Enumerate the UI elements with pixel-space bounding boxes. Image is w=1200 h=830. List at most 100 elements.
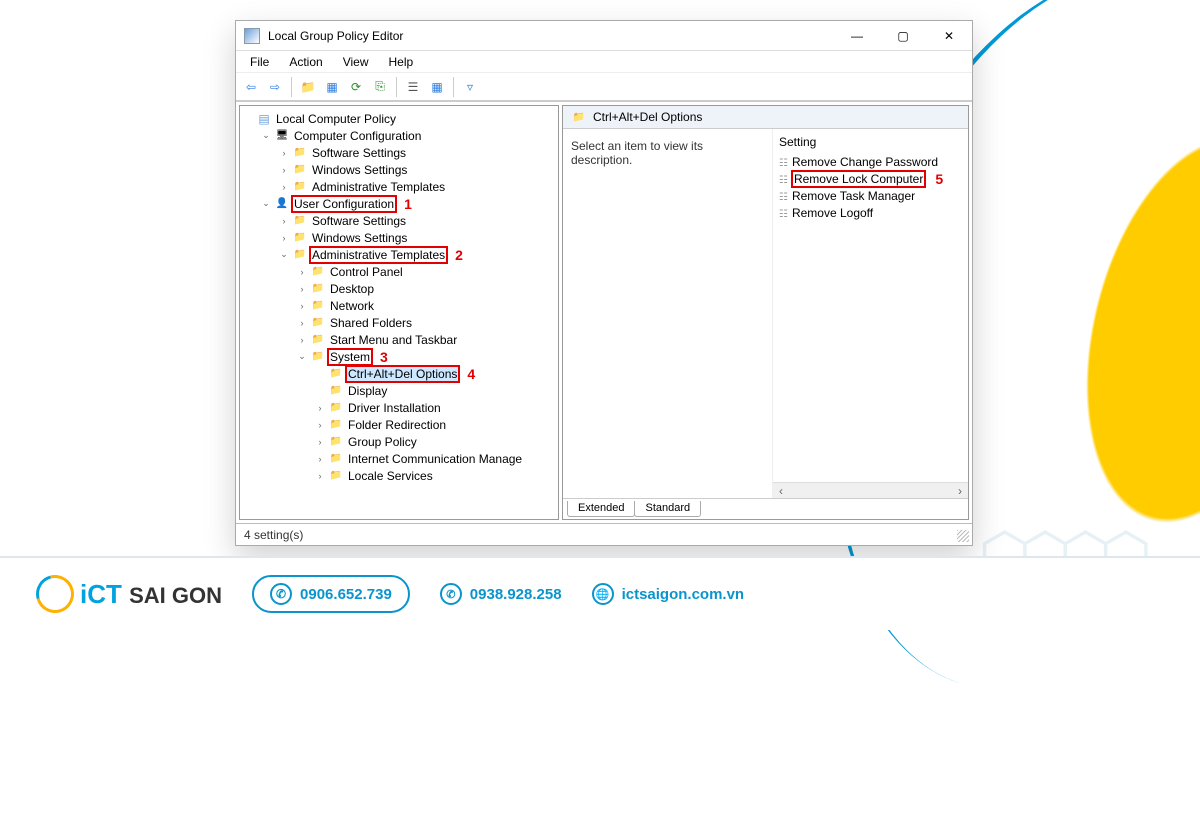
- folder-icon: [292, 231, 308, 245]
- tree-computer-config[interactable]: ⌄ Computer Configuration: [260, 127, 558, 144]
- tree-item[interactable]: Display: [314, 382, 558, 399]
- setting-item[interactable]: Remove Task Manager: [775, 187, 966, 204]
- scroll-left-icon[interactable]: ‹: [773, 484, 789, 498]
- setting-item[interactable]: Remove Logoff: [775, 204, 966, 221]
- menu-view[interactable]: View: [335, 53, 377, 71]
- tree-item[interactable]: ›Software Settings: [278, 212, 558, 229]
- expand-icon[interactable]: ›: [296, 335, 308, 345]
- tree-item[interactable]: ›Windows Settings: [278, 161, 558, 178]
- globe-icon: 🌐: [592, 583, 614, 605]
- tree-item[interactable]: ›Windows Settings: [278, 229, 558, 246]
- resize-grip-icon[interactable]: [957, 530, 969, 542]
- toolbar-divider: [453, 77, 454, 97]
- back-button[interactable]: [240, 76, 262, 98]
- folder-icon: [328, 452, 344, 466]
- tab-extended[interactable]: Extended: [567, 501, 635, 517]
- tree-item[interactable]: ›Folder Redirection: [314, 416, 558, 433]
- export-list-button[interactable]: [369, 76, 391, 98]
- tree-system[interactable]: ⌄ System 3: [296, 348, 558, 365]
- callout-5: 5: [935, 171, 943, 187]
- tree-item[interactable]: ›Shared Folders: [296, 314, 558, 331]
- menu-help[interactable]: Help: [381, 53, 422, 71]
- expand-icon[interactable]: ›: [296, 267, 308, 277]
- tree-user-config[interactable]: ⌄ User Configuration 1: [260, 195, 558, 212]
- tree-admin-templates[interactable]: ⌄ Administrative Templates 2: [278, 246, 558, 263]
- menu-file[interactable]: File: [242, 53, 277, 71]
- collapse-icon[interactable]: ⌄: [278, 249, 290, 260]
- expand-icon[interactable]: ›: [314, 437, 326, 447]
- expand-icon[interactable]: ›: [296, 301, 308, 311]
- expand-icon[interactable]: ›: [278, 165, 290, 175]
- options-button[interactable]: [426, 76, 448, 98]
- scroll-right-icon[interactable]: ›: [952, 484, 968, 498]
- tree-item[interactable]: ›Driver Installation: [314, 399, 558, 416]
- tree-item[interactable]: › Control Panel: [296, 263, 558, 280]
- expand-icon[interactable]: ›: [314, 403, 326, 413]
- filter-button[interactable]: [459, 76, 481, 98]
- expand-icon[interactable]: ›: [296, 284, 308, 294]
- brand-footer: iCT SAI GON ✆ 0906.652.739 ✆ 0938.928.25…: [0, 556, 1200, 630]
- toolbar-divider: [396, 77, 397, 97]
- folder-icon: [292, 180, 308, 194]
- setting-remove-lock-computer[interactable]: Remove Lock Computer5: [775, 170, 966, 187]
- phone-secondary[interactable]: ✆ 0938.928.258: [440, 583, 562, 605]
- tree-item[interactable]: ›Internet Communication Manage: [314, 450, 558, 467]
- folder-icon: [310, 316, 326, 330]
- horizontal-scrollbar[interactable]: ‹›: [773, 482, 968, 498]
- website-link[interactable]: 🌐 ictsaigon.com.vn: [592, 583, 745, 605]
- folder-icon: [292, 248, 308, 262]
- tree-label: Network: [328, 299, 376, 313]
- setting-label: Remove Logoff: [792, 206, 873, 220]
- tree-label: Ctrl+Alt+Del Options: [345, 365, 460, 383]
- status-bar: 4 setting(s): [236, 523, 972, 545]
- collapse-icon[interactable]: ⌄: [296, 351, 308, 362]
- tree-label: Locale Services: [346, 469, 435, 483]
- tree-item[interactable]: ›Group Policy: [314, 433, 558, 450]
- setting-item[interactable]: Remove Change Password: [775, 153, 966, 170]
- minimize-button[interactable]: —: [834, 21, 880, 50]
- show-hide-tree-button[interactable]: [321, 76, 343, 98]
- folder-icon: [292, 214, 308, 228]
- maximize-button[interactable]: ▢: [880, 21, 926, 50]
- expand-icon[interactable]: ›: [278, 233, 290, 243]
- expand-icon[interactable]: ›: [278, 182, 290, 192]
- forward-button[interactable]: [264, 76, 286, 98]
- setting-icon: [779, 172, 788, 186]
- up-button[interactable]: [297, 76, 319, 98]
- setting-label: Remove Change Password: [792, 155, 938, 169]
- expand-icon[interactable]: ›: [314, 454, 326, 464]
- close-button[interactable]: ✕: [926, 21, 972, 50]
- menu-action[interactable]: Action: [281, 53, 330, 71]
- folder-icon: [310, 282, 326, 296]
- expand-icon[interactable]: ›: [314, 471, 326, 481]
- tree-item[interactable]: ›Administrative Templates: [278, 178, 558, 195]
- tree-label: Control Panel: [328, 265, 405, 279]
- phone-primary[interactable]: ✆ 0906.652.739: [252, 575, 410, 613]
- brand-logo: iCT SAI GON: [36, 575, 222, 613]
- setting-icon: [779, 206, 788, 220]
- tree-item[interactable]: ›Software Settings: [278, 144, 558, 161]
- collapse-icon[interactable]: ⌄: [260, 130, 272, 141]
- expand-icon[interactable]: ›: [296, 318, 308, 328]
- tree-item[interactable]: › Locale Services: [314, 467, 558, 484]
- tree-item[interactable]: › Network: [296, 297, 558, 314]
- settings-list[interactable]: Setting Remove Change Password Remove Lo…: [773, 129, 968, 498]
- expand-icon[interactable]: ›: [314, 420, 326, 430]
- folder-icon: [292, 163, 308, 177]
- collapse-icon[interactable]: ⌄: [260, 198, 272, 209]
- expand-icon[interactable]: ›: [278, 148, 290, 158]
- folder-icon: [328, 367, 344, 381]
- tree-item[interactable]: ›Desktop: [296, 280, 558, 297]
- column-header-setting[interactable]: Setting: [775, 135, 966, 153]
- title-bar[interactable]: Local Group Policy Editor — ▢ ✕: [236, 21, 972, 51]
- expand-icon[interactable]: ›: [278, 216, 290, 226]
- tree-label: User Configuration: [291, 195, 397, 213]
- tab-standard[interactable]: Standard: [634, 501, 701, 517]
- tree-root-node[interactable]: Local Computer Policy: [242, 110, 558, 127]
- folder-icon: [310, 299, 326, 313]
- tree-item[interactable]: ›Start Menu and Taskbar: [296, 331, 558, 348]
- refresh-button[interactable]: [345, 76, 367, 98]
- properties-button[interactable]: [402, 76, 424, 98]
- tree-pane[interactable]: Local Computer Policy ⌄ Computer Configu…: [239, 105, 559, 520]
- tree-ctrl-alt-del[interactable]: Ctrl+Alt+Del Options 4: [314, 365, 558, 382]
